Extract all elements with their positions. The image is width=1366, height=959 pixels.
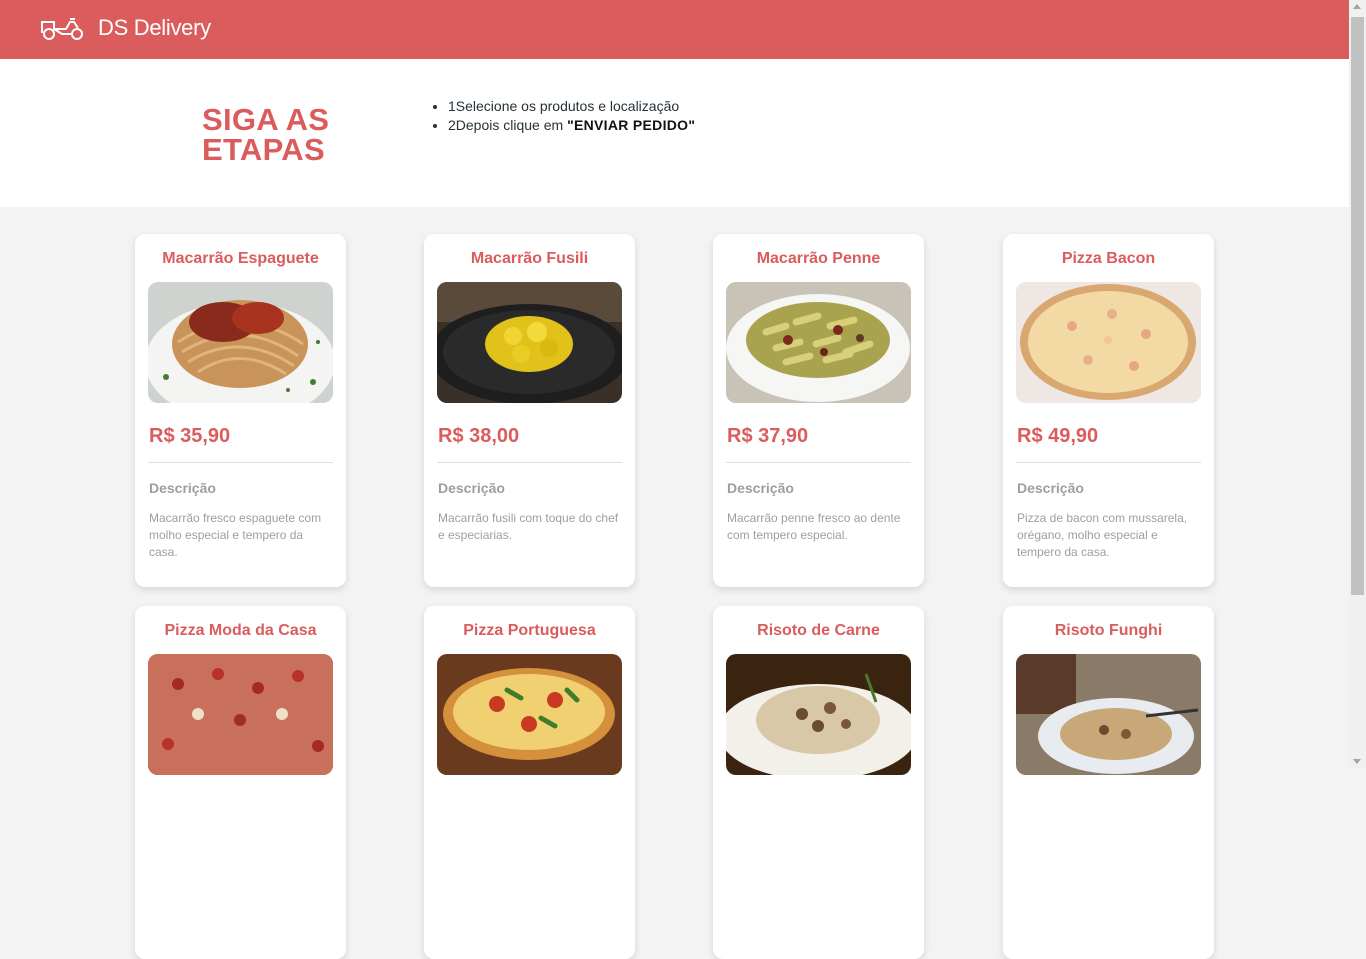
product-price: R$ 37,90	[727, 425, 809, 447]
product-image	[1016, 282, 1201, 403]
product-card[interactable]: Macarrão Fusili R$ 38,00 Descrição Macar…	[424, 234, 635, 587]
products-grid: Macarrão Espaguete R$ 35,90 Descrição Ma…	[0, 207, 1349, 959]
steps-list: 1Selecione os produtos e localização 2De…	[430, 97, 695, 135]
product-name: Pizza Portuguesa	[463, 622, 596, 639]
scrollbar-thumb[interactable]	[1351, 17, 1364, 595]
step-2-text: 2Depois clique em	[448, 117, 568, 133]
motorcycle-icon[interactable]	[40, 14, 86, 42]
step-1: 1Selecione os produtos e localização	[448, 97, 695, 116]
divider	[437, 462, 622, 463]
description-label: Descrição	[438, 480, 505, 496]
description-label: Descrição	[1017, 480, 1084, 496]
scrollbar[interactable]	[1349, 0, 1366, 768]
divider	[148, 462, 333, 463]
product-description: Macarrão fusili com toque do chef e espe…	[438, 511, 619, 542]
steps-title-line2: ETAPAS	[202, 132, 325, 167]
product-name: Risoto de Carne	[757, 622, 880, 639]
scroll-down-arrow-icon[interactable]	[1353, 759, 1361, 764]
product-card[interactable]: Macarrão Penne R$ 37,90 Descrição Macarr…	[713, 234, 924, 587]
scroll-up-arrow-icon[interactable]	[1353, 4, 1361, 9]
divider	[1016, 462, 1201, 463]
product-image	[726, 654, 911, 775]
product-price: R$ 38,00	[438, 425, 520, 447]
steps-title: SIGA AS ETAPAS	[202, 104, 329, 167]
product-card[interactable]: Pizza Bacon R$ 49,90 Descrição Pizza de …	[1003, 234, 1214, 587]
product-card[interactable]: Risoto de Carne	[713, 606, 924, 959]
product-name: Pizza Bacon	[1061, 250, 1156, 267]
brand-title[interactable]: DS Delivery	[98, 15, 211, 41]
product-price: R$ 35,90	[149, 425, 231, 447]
step-2-emphasis: "ENVIAR PEDIDO"	[567, 117, 696, 133]
product-image	[148, 282, 333, 403]
product-description: Pizza de bacon com mussarela, orégano, m…	[1017, 511, 1188, 559]
product-name: Pizza Moda da Casa	[164, 622, 317, 639]
product-image	[726, 282, 911, 403]
steps-section: SIGA AS ETAPAS 1Selecione os produtos e …	[0, 59, 1349, 207]
description-label: Descrição	[149, 480, 216, 496]
product-description: Macarrão fresco espaguete com molho espe…	[149, 511, 322, 559]
product-image	[437, 654, 622, 775]
product-name: Macarrão Espaguete	[162, 250, 319, 267]
product-card[interactable]: Pizza Moda da Casa	[135, 606, 346, 959]
product-image	[148, 654, 333, 775]
product-description: Macarrão penne fresco ao dente com tempe…	[727, 511, 901, 542]
product-image	[1016, 654, 1201, 775]
navbar: DS Delivery	[0, 0, 1349, 59]
step-2: 2Depois clique em "ENVIAR PEDIDO"	[448, 116, 695, 135]
product-name: Macarrão Fusili	[470, 250, 589, 267]
product-price: R$ 49,90	[1017, 425, 1099, 447]
description-label: Descrição	[727, 480, 794, 496]
divider	[726, 462, 911, 463]
product-card[interactable]: Macarrão Espaguete R$ 35,90 Descrição Ma…	[135, 234, 346, 587]
product-name: Macarrão Penne	[756, 250, 881, 267]
product-name: Risoto Funghi	[1054, 622, 1163, 639]
product-image	[437, 282, 622, 403]
product-card[interactable]: Pizza Portuguesa	[424, 606, 635, 959]
product-card[interactable]: Risoto Funghi	[1003, 606, 1214, 959]
